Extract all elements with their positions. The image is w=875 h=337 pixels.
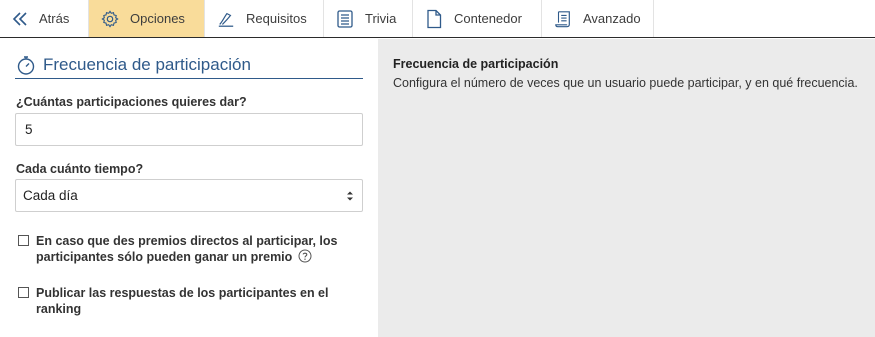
frequency-select[interactable]: Cada día (15, 179, 363, 212)
participations-value: 5 (25, 122, 33, 137)
tab-label: Trivia (365, 11, 397, 26)
single-prize-checkbox[interactable] (18, 235, 29, 246)
tab-contenedor[interactable]: Contenedor (413, 0, 542, 37)
ranking-text: Publicar las respuestas de los participa… (36, 285, 328, 317)
top-navigation: Atrás Opciones Requisitos Trivia Contene… (0, 0, 875, 38)
tab-label: Contenedor (454, 11, 522, 26)
tab-label: Avanzado (583, 11, 641, 26)
single-prize-line2: participantes sólo pueden ganar un premi… (36, 250, 293, 264)
tab-label: Requisitos (246, 11, 307, 26)
help-title: Frecuencia de participación (393, 57, 559, 71)
single-prize-line1: En caso que des premios directos al part… (36, 234, 338, 248)
ranking-line1: Publicar las respuestas de los participa… (36, 286, 329, 300)
checklist-icon (336, 9, 354, 29)
signature-icon (217, 9, 235, 29)
select-arrows-icon (346, 190, 354, 202)
section-title-text: Frecuencia de participación (43, 54, 251, 74)
back-label: Atrás (39, 11, 70, 26)
double-chevron-left-icon (12, 9, 28, 29)
scroll-icon (554, 9, 572, 29)
section-title: Frecuencia de participación (15, 51, 363, 79)
help-panel: Frecuencia de participación Configura el… (378, 39, 875, 337)
stopwatch-icon (15, 54, 37, 76)
single-prize-text: En caso que des premios directos al part… (36, 233, 338, 265)
help-description: Configura el número de veces que un usua… (393, 76, 858, 90)
ranking-checkbox[interactable] (18, 287, 29, 298)
participations-label: ¿Cuántas participaciones quieres dar? (16, 95, 247, 109)
frequency-value: Cada día (23, 188, 78, 203)
frequency-label: Cada cuánto tiempo? (16, 162, 144, 176)
tab-opciones[interactable]: Opciones (89, 0, 205, 37)
single-prize-option: En caso que des premios directos al part… (18, 233, 338, 265)
document-icon (425, 9, 443, 29)
ranking-option: Publicar las respuestas de los participa… (18, 285, 328, 317)
single-prize-line2-row: participantes sólo pueden ganar un premi… (36, 249, 338, 265)
tab-label: Opciones (130, 11, 185, 26)
form-panel: Frecuencia de participación ¿Cuántas par… (0, 39, 378, 337)
back-button[interactable]: Atrás (0, 0, 89, 37)
ranking-line2: ranking (36, 302, 82, 316)
tab-requisitos[interactable]: Requisitos (205, 0, 324, 37)
question-circle-icon[interactable] (298, 249, 312, 263)
gear-icon (101, 9, 119, 29)
tab-trivia[interactable]: Trivia (324, 0, 413, 37)
participations-input[interactable]: 5 (15, 113, 363, 146)
tab-avanzado[interactable]: Avanzado (542, 0, 654, 37)
